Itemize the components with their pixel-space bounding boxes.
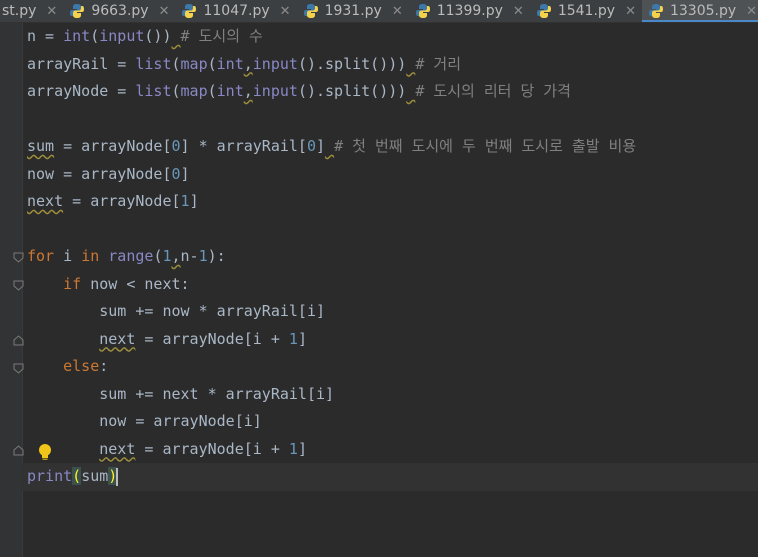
close-icon[interactable]: ✕ (392, 4, 403, 19)
editor-gutter (0, 23, 24, 557)
code-line-7: next = arrayNode[1] (27, 192, 199, 210)
close-icon[interactable]: ✕ (746, 4, 757, 19)
close-icon[interactable]: ✕ (46, 4, 57, 19)
code-line-6: now = arrayNode[0] (27, 164, 190, 183)
code-line-3: arrayNode = list(map(int,input().split()… (27, 82, 571, 100)
tab-label: 11047.py (203, 3, 270, 19)
tab-9663-py[interactable]: 9663.py ✕ (63, 0, 175, 22)
tab-label: st.py (2, 3, 37, 19)
code-line-15: now = arrayNode[i] (27, 412, 262, 430)
close-icon[interactable]: ✕ (625, 4, 636, 19)
fold-collapse-icon[interactable] (13, 252, 24, 263)
fold-collapse-icon[interactable] (13, 280, 24, 291)
tab-1541-py[interactable]: 1541.py ✕ (530, 0, 642, 22)
code-line-13: else: (63, 357, 109, 375)
tab-13305-py[interactable]: 13305.py ✕ (641, 0, 758, 22)
code-line-17: print(sum) (22, 463, 758, 491)
code-line-5: sum = arrayNode[0] * arrayRail[0] # 첫 번째… (27, 137, 637, 155)
python-file-icon (70, 4, 85, 18)
tab-label: 9663.py (91, 3, 149, 19)
tab-1931-py[interactable]: 1931.py ✕ (297, 0, 409, 22)
text-caret (116, 467, 119, 486)
fold-end-icon[interactable] (13, 445, 24, 456)
close-icon[interactable]: ✕ (513, 4, 524, 19)
close-icon[interactable]: ✕ (280, 4, 291, 19)
code-line-2: arrayRail = list(map(int,input().split()… (27, 54, 462, 73)
python-file-icon (648, 4, 663, 18)
python-file-icon (536, 4, 551, 18)
code-line-10: if now < next: (63, 274, 190, 293)
python-file-icon (182, 4, 197, 18)
fold-collapse-icon[interactable] (13, 363, 24, 374)
code-line-9: for i in range(1,n-1): (27, 247, 226, 265)
tab-label: 1931.py (324, 3, 382, 19)
code-line-1: n = int(input()) # 도시의 수 (27, 27, 263, 45)
fold-end-icon[interactable] (13, 335, 24, 346)
python-file-icon (303, 4, 318, 18)
code-line-12: next = arrayNode[i + 1] (99, 329, 307, 348)
tab-label: 13305.py (669, 3, 737, 19)
tab-label: 11399.py (436, 3, 503, 19)
tab-11399-py[interactable]: 11399.py ✕ (409, 0, 530, 22)
code-line-14: sum += next * arrayRail[i] (27, 384, 335, 403)
code-line-11: sum += now * arrayRail[i] (27, 302, 326, 320)
tab-label: 1541.py (557, 3, 616, 19)
tab-st-py[interactable]: st.py ✕ (0, 0, 63, 22)
editor-tab-bar: st.py ✕ 9663.py ✕ 11047.py ✕ 1931.py ✕ 1… (0, 0, 758, 23)
python-file-icon (415, 4, 430, 18)
tab-11047-py[interactable]: 11047.py ✕ (175, 0, 296, 22)
close-icon[interactable]: ✕ (159, 4, 170, 19)
code-line-16: next = arrayNode[i + 1] (99, 439, 307, 458)
